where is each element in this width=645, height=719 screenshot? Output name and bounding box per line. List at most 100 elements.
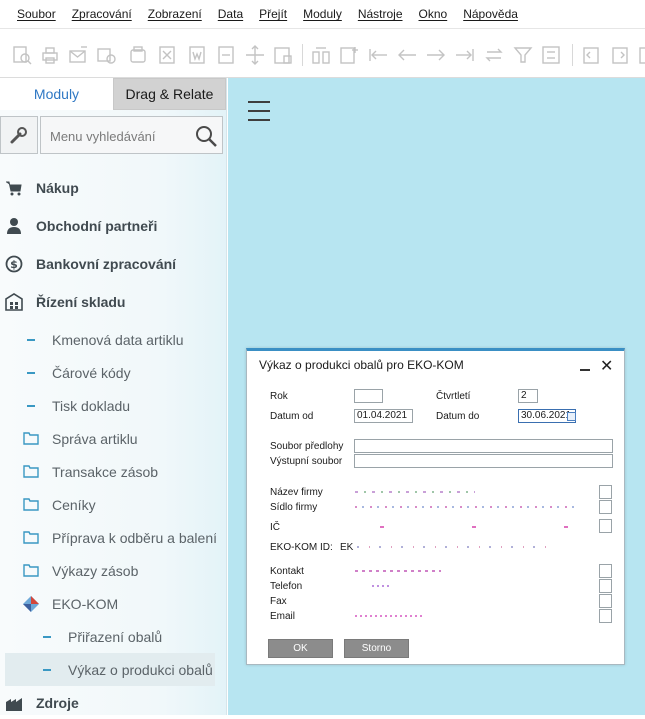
- nav-item-sprava-artiklu[interactable]: Správa artiklu: [0, 422, 218, 455]
- eko-kom-report-dialog: Výkaz o produkci obalů pro EKO-KOM ✕ Rok…: [246, 348, 625, 665]
- target-document-icon[interactable]: [609, 44, 631, 66]
- ic-label: IČ: [270, 522, 280, 533]
- kontakt-checkbox[interactable]: [599, 564, 612, 578]
- redacted-value: [355, 615, 425, 617]
- nav-item-bankovni-zpracovani[interactable]: $ Bankovní zpracování: [0, 247, 218, 280]
- folder-icon: [23, 530, 41, 548]
- sidlo-firmy-checkbox[interactable]: [599, 500, 612, 514]
- dash-icon: [43, 636, 51, 638]
- soubor-predlohy-label: Soubor předlohy: [270, 441, 344, 452]
- kontakt-label: Kontakt: [270, 566, 304, 577]
- ctvrtleti-label: Čtvrtletí: [436, 391, 471, 402]
- dollar-icon: $: [5, 255, 23, 273]
- calendar-icon[interactable]: [567, 412, 576, 421]
- nav-item-kmenova-data-artiklu[interactable]: Kmenová data artiklu: [0, 323, 218, 356]
- menu-nastroje[interactable]: Nástroje: [358, 7, 403, 21]
- nav-item-eko-kom[interactable]: EKO-KOM: [0, 587, 218, 620]
- rok-input[interactable]: [354, 389, 383, 403]
- folder-icon: [23, 431, 41, 449]
- menu-search-input[interactable]: [50, 126, 190, 146]
- nav-item-obchodni-partneri[interactable]: Obchodní partneři: [0, 209, 218, 242]
- nav-item-prirazeni-obalu[interactable]: Přiřazení obalů: [0, 620, 218, 653]
- sms-icon[interactable]: [95, 44, 117, 66]
- redacted-value: [380, 526, 580, 528]
- nav-item-ceniky[interactable]: Ceníky: [0, 488, 218, 521]
- menu-data[interactable]: Data: [218, 7, 243, 21]
- base-document-icon[interactable]: [580, 44, 602, 66]
- fax-icon[interactable]: [127, 44, 149, 66]
- ctvrtleti-input[interactable]: 2: [518, 389, 538, 403]
- redacted-value: [355, 506, 577, 508]
- menu-moduly[interactable]: Moduly: [303, 7, 342, 21]
- first-record-icon[interactable]: [367, 44, 389, 66]
- last-record-icon[interactable]: [454, 44, 476, 66]
- rok-label: Rok: [270, 391, 288, 402]
- sidlo-firmy-label: Sídlo firmy: [270, 502, 318, 513]
- email-label: Email: [270, 611, 296, 622]
- previous-record-icon[interactable]: [396, 44, 418, 66]
- tab-drag-relate[interactable]: Drag & Relate: [113, 78, 226, 110]
- ok-button[interactable]: OK: [268, 639, 333, 658]
- refresh-icon[interactable]: [483, 44, 505, 66]
- print-preview-icon[interactable]: [11, 44, 33, 66]
- nav-item-transakce-zasob[interactable]: Transakce zásob: [0, 455, 218, 488]
- wrench-icon[interactable]: [0, 116, 38, 154]
- soubor-predlohy-input[interactable]: [354, 439, 613, 453]
- nazev-firmy-label: Název firmy: [270, 487, 323, 498]
- telefon-label: Telefon: [270, 581, 303, 592]
- nav-item-tisk-dokladu[interactable]: Tisk dokladu: [0, 389, 218, 422]
- nav-item-zdroje[interactable]: Zdroje: [0, 686, 218, 719]
- more-tools-icon[interactable]: [637, 44, 645, 66]
- search-icon[interactable]: [194, 124, 218, 153]
- dash-icon: [27, 372, 35, 374]
- sort-icon[interactable]: [540, 44, 562, 66]
- svg-text:$: $: [10, 258, 18, 271]
- vystupni-soubor-label: Výstupní soubor: [270, 456, 343, 467]
- nazev-firmy-checkbox[interactable]: [599, 485, 612, 499]
- vystupni-soubor-input[interactable]: [354, 454, 613, 468]
- fax-checkbox[interactable]: [599, 594, 612, 608]
- hamburger-menu-icon[interactable]: [248, 101, 270, 121]
- nav-item-carove-kody[interactable]: Čárové kódy: [0, 356, 218, 389]
- add-document-icon[interactable]: [338, 44, 360, 66]
- form-settings-icon[interactable]: [310, 44, 332, 66]
- move-icon[interactable]: [244, 44, 266, 66]
- sidebar: Moduly Drag & Relate Nákup Obchodní part…: [0, 78, 227, 715]
- word-export-icon[interactable]: [186, 44, 208, 66]
- datum-od-input[interactable]: 01.04.2021: [354, 409, 413, 423]
- ic-checkbox[interactable]: [599, 519, 612, 533]
- menu-soubor[interactable]: Soubor: [17, 7, 56, 21]
- storno-button[interactable]: Storno: [344, 639, 409, 658]
- email-icon[interactable]: [67, 44, 89, 66]
- nav-item-vykaz-o-produkci-obalu[interactable]: Výkaz o produkci obalů: [5, 653, 215, 686]
- menu-napoveda[interactable]: Nápověda: [463, 7, 518, 21]
- menu-okno[interactable]: Okno: [419, 7, 448, 21]
- minimize-icon[interactable]: [579, 359, 591, 371]
- nav-item-priprava-k-odberu[interactable]: Příprava k odběru a balení: [0, 521, 218, 554]
- redacted-value: [355, 491, 475, 493]
- lock-doc-icon[interactable]: [272, 44, 294, 66]
- next-record-icon[interactable]: [425, 44, 447, 66]
- nav-item-nakup[interactable]: Nákup: [0, 171, 218, 204]
- redacted-value: [372, 585, 392, 587]
- ekokom-id-label: EKO-KOM ID:: [270, 542, 333, 553]
- pdf-export-icon[interactable]: [215, 44, 237, 66]
- ekokom-id-value: EK: [340, 542, 354, 553]
- close-icon[interactable]: ✕: [600, 356, 613, 376]
- email-checkbox[interactable]: [599, 609, 612, 623]
- print-icon[interactable]: [39, 44, 61, 66]
- datum-do-label: Datum do: [436, 411, 480, 422]
- redacted-value: [357, 546, 552, 548]
- menu-zobrazeni[interactable]: Zobrazení: [148, 7, 202, 21]
- menu-prejit[interactable]: Přejít: [259, 7, 287, 21]
- nav-item-vykazy-zasob[interactable]: Výkazy zásob: [0, 554, 218, 587]
- menu-zpracovani[interactable]: Zpracování: [72, 7, 132, 21]
- menu-bar: Soubor Zpracování Zobrazení Data Přejít …: [0, 0, 645, 29]
- excel-export-icon[interactable]: [156, 44, 178, 66]
- telefon-checkbox[interactable]: [599, 579, 612, 593]
- redacted-value: [355, 570, 441, 572]
- nav-item-rizeni-skladu[interactable]: Řízení skladu: [0, 285, 218, 318]
- filter-icon[interactable]: [512, 44, 534, 66]
- tab-moduly[interactable]: Moduly: [0, 78, 113, 110]
- dash-icon: [43, 669, 51, 671]
